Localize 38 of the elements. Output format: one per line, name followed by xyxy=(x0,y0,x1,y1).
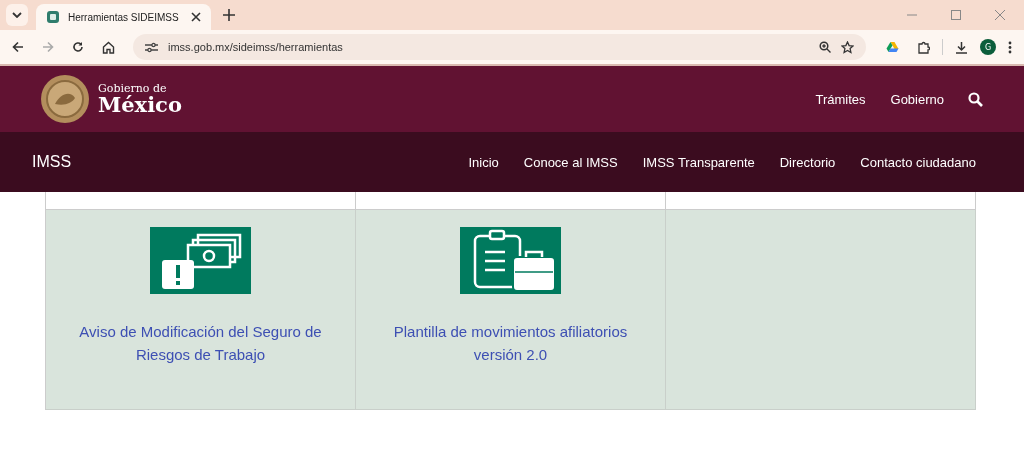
tab-list-button[interactable] xyxy=(6,4,28,26)
address-bar[interactable]: imss.gob.mx/sideimss/herramientas xyxy=(133,34,866,60)
extensions-icon[interactable] xyxy=(917,40,930,54)
header-link[interactable]: Gobierno xyxy=(890,91,944,107)
nav-link[interactable]: Inicio xyxy=(468,154,499,170)
search-icon[interactable] xyxy=(968,91,983,107)
reload-icon[interactable] xyxy=(72,41,84,53)
tool-link[interactable]: Plantilla de movimientos afiliatorios versión 2.0 xyxy=(356,320,665,366)
header-link[interactable]: Trámites xyxy=(815,91,866,107)
back-icon[interactable] xyxy=(12,41,24,53)
nav-link[interactable]: Directorio xyxy=(779,154,836,170)
nav-link[interactable]: IMSS Transparente xyxy=(642,154,755,170)
close-window-icon[interactable] xyxy=(995,10,1005,20)
download-icon[interactable] xyxy=(955,40,968,54)
caret-icon xyxy=(12,12,22,18)
tool-link[interactable]: Aviso de Modificación del Seguro de Riesgos de Trabajo xyxy=(46,320,355,366)
close-icon[interactable] xyxy=(191,12,201,22)
zoom-icon[interactable] xyxy=(819,41,831,53)
triangle-icon[interactable] xyxy=(886,41,899,53)
browser-tab[interactable]: Herramientas SIDEIMSS xyxy=(36,4,211,30)
new-tab-icon[interactable] xyxy=(223,9,235,21)
home-icon[interactable] xyxy=(102,40,115,54)
menu-icon[interactable] xyxy=(1008,40,1012,54)
brand-title: México xyxy=(98,94,182,115)
site-settings-icon[interactable] xyxy=(145,41,158,53)
site-title[interactable]: IMSS xyxy=(32,153,72,171)
nav-link[interactable]: Conoce al IMSS xyxy=(523,154,618,170)
clipboard-briefcase-icon[interactable] xyxy=(460,227,561,294)
brand-subtitle: Gobierno de xyxy=(98,83,168,94)
tab-title: Herramientas SIDEIMSS xyxy=(68,11,180,23)
maximize-icon[interactable] xyxy=(951,10,961,20)
star-icon[interactable] xyxy=(841,40,854,54)
url-text: imss.gob.mx/sideimss/herramientas xyxy=(168,41,343,53)
nav-link[interactable]: Contacto ciudadano xyxy=(860,154,976,170)
money-alert-icon[interactable] xyxy=(150,227,251,294)
profile-avatar[interactable]: G xyxy=(980,39,996,55)
favicon-icon xyxy=(46,10,60,24)
emblem-icon xyxy=(40,74,90,124)
